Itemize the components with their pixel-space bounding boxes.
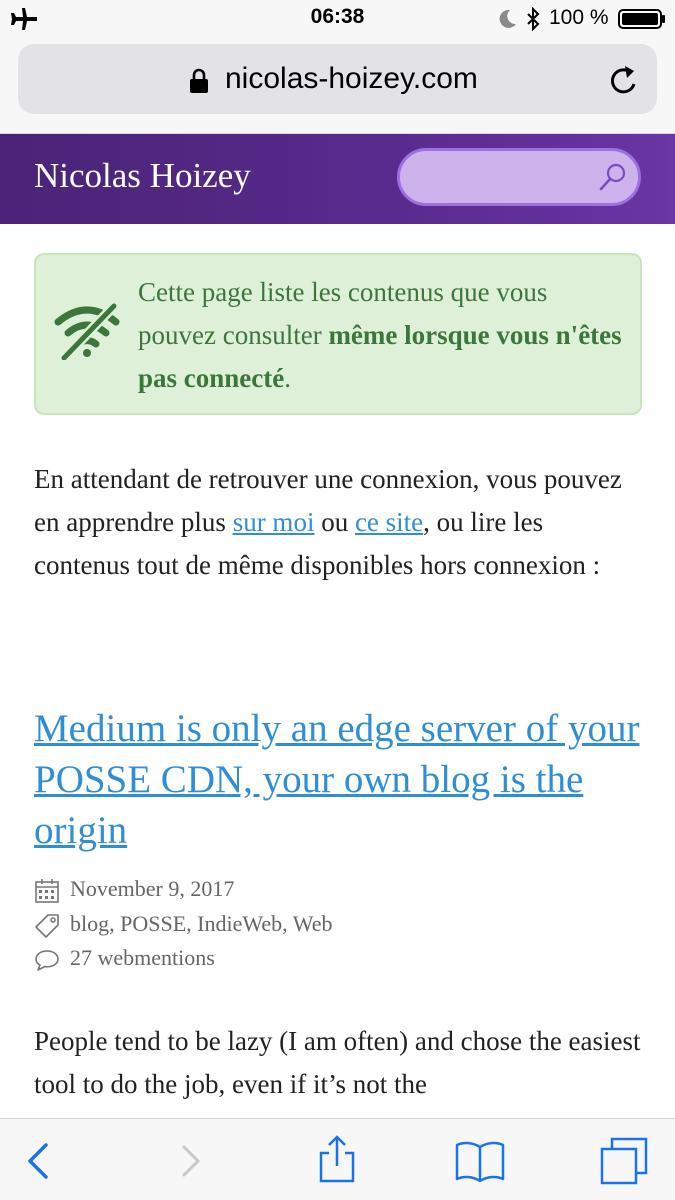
site-header: Nicolas Hoizey: [0, 134, 675, 224]
no-wifi-icon: [54, 302, 120, 360]
article-tags-text[interactable]: blog, POSSE, IndieWeb, Web: [70, 911, 333, 937]
calendar-icon: [35, 879, 59, 903]
link-about-me[interactable]: sur moi: [233, 507, 315, 537]
bluetooth-icon: [527, 7, 540, 31]
back-icon[interactable]: [16, 1135, 68, 1187]
bookmarks-icon[interactable]: [454, 1135, 506, 1187]
address-bar[interactable]: nicolas-hoizey.com: [18, 44, 657, 114]
tag-icon: [35, 914, 59, 938]
moon-icon: [499, 9, 516, 28]
search-icon[interactable]: [598, 162, 628, 192]
tabs-icon[interactable]: [598, 1135, 650, 1187]
notice-text-end: .: [284, 363, 291, 393]
url-text[interactable]: nicolas-hoizey.com: [225, 62, 478, 96]
article-webmentions-text[interactable]: 27 webmentions: [70, 945, 215, 971]
search-input[interactable]: [418, 161, 592, 193]
reload-icon[interactable]: [608, 64, 640, 98]
comment-icon: [35, 950, 59, 971]
browser-toolbar: [0, 1118, 675, 1200]
browser-chrome: nicolas-hoizey.com: [0, 38, 675, 134]
search-box[interactable]: [397, 148, 641, 206]
offline-notice-text: Cette page liste les contenus que vous p…: [138, 271, 628, 400]
article-date-text: November 9, 2017: [70, 876, 235, 901]
share-icon[interactable]: [311, 1133, 363, 1185]
site-title[interactable]: Nicolas Hoizey: [34, 156, 251, 196]
link-about-site[interactable]: ce site: [355, 507, 423, 537]
battery-icon: [618, 9, 665, 29]
intro-text-2: ou: [314, 507, 355, 537]
intro-paragraph: En attendant de retrouver une connexion,…: [34, 458, 644, 587]
battery-percent: 100 %: [549, 6, 609, 29]
lock-icon: [190, 68, 208, 93]
offline-notice: Cette page liste les contenus que vous p…: [34, 253, 642, 415]
forward-icon[interactable]: [164, 1135, 216, 1187]
article-excerpt: People tend to be lazy (I am often) and …: [34, 1026, 641, 1099]
article-title-link[interactable]: Medium is only an edge server of your PO…: [34, 703, 644, 856]
status-bar: 06:38 100 %: [0, 0, 675, 38]
